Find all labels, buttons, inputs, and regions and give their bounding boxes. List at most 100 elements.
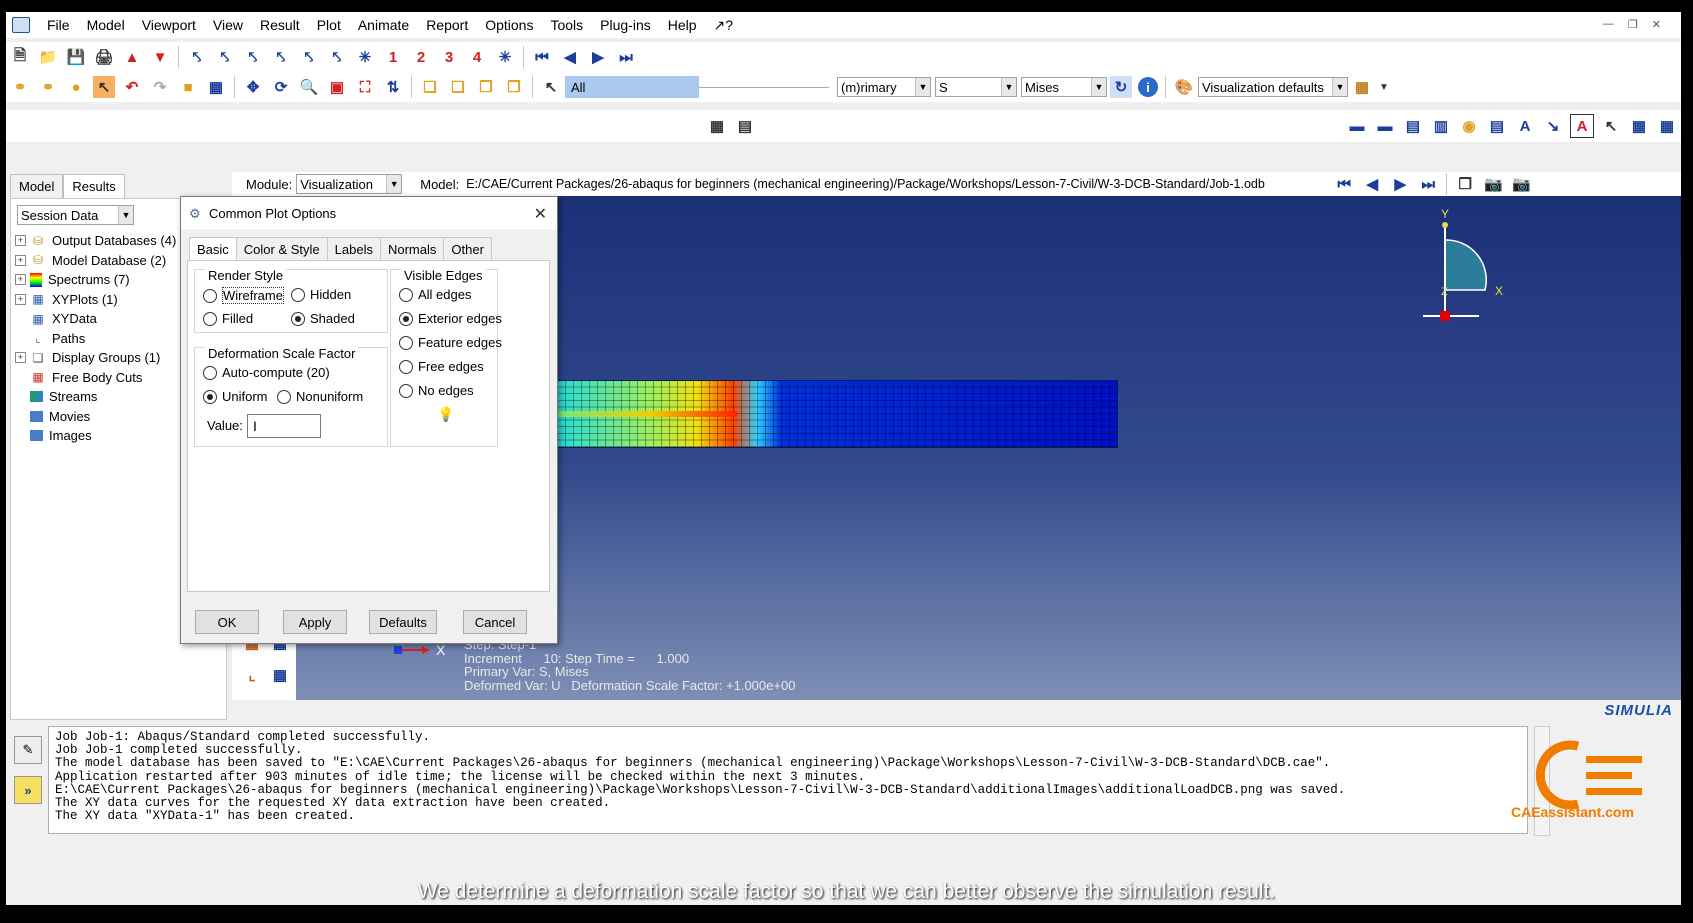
grid-icon[interactable]: ▦ <box>1656 115 1678 137</box>
tab-results[interactable]: Results <box>63 174 125 198</box>
module-combo[interactable]: Visualization ▼ <box>296 174 403 194</box>
caret-down-icon[interactable]: ▼ <box>1379 76 1389 98</box>
menu-result[interactable]: Result <box>251 17 308 33</box>
viewport-cascade-icon[interactable]: ▬ <box>1374 115 1396 137</box>
radio-indicator[interactable] <box>399 287 413 302</box>
prev-frame-icon[interactable]: ◀ <box>1361 173 1383 195</box>
invariant-combo[interactable]: Mises ▼ <box>1021 77 1107 97</box>
primary-field-combo[interactable]: (m)rimary ▼ <box>837 77 931 97</box>
session-data-combo[interactable]: Session Data ▼ <box>17 205 134 225</box>
tab-basic[interactable]: Basic <box>189 237 237 261</box>
next-frame-icon[interactable]: ▶ <box>587 46 609 68</box>
menu-help[interactable]: Help <box>659 17 705 33</box>
menu-plugins[interactable]: Plug-ins <box>591 17 659 33</box>
view-xy-icon[interactable]: ⤣ <box>186 46 208 68</box>
render-shaded-radio[interactable]: Shaded <box>291 311 355 326</box>
viewport-tile-icon[interactable]: ▬ <box>1346 115 1368 137</box>
save-icon[interactable]: 💾 <box>65 46 87 68</box>
context-help-icon[interactable]: ↗? <box>705 17 742 34</box>
expand-icon[interactable]: + <box>15 235 26 247</box>
tree-item-spectrums[interactable]: + Spectrums (7) <box>15 270 176 290</box>
view-xz-icon[interactable]: ⤣ <box>214 46 236 68</box>
tree-item-xyplots[interactable]: + ▦ XYPlots (1) <box>15 290 176 310</box>
render-wireframe-radio[interactable]: Wireframe <box>203 287 284 304</box>
scale-value-input[interactable]: I <box>247 414 321 438</box>
variable-combo[interactable]: S ▼ <box>935 77 1017 97</box>
prev-frame-icon[interactable]: ◀ <box>559 46 581 68</box>
free-edges-radio[interactable]: Free edges <box>399 359 484 374</box>
expand-icon[interactable]: + <box>15 254 26 266</box>
view-yz-icon[interactable]: ⤣ <box>242 46 264 68</box>
tab-color-style[interactable]: Color & Style <box>235 237 328 261</box>
menu-options[interactable]: Options <box>476 17 541 33</box>
menu-file[interactable]: File <box>38 17 78 33</box>
toolbox-report-icon[interactable]: ▦ <box>269 664 291 686</box>
radio-indicator[interactable] <box>203 365 217 380</box>
radio-indicator[interactable] <box>277 389 291 404</box>
frame-3-button[interactable]: 3 <box>438 46 460 68</box>
tree-item-images[interactable]: Images <box>15 426 176 446</box>
exterior-edges-radio[interactable]: Exterior edges <box>399 311 502 326</box>
axis-triad-icon[interactable]: ✳ <box>494 46 516 68</box>
chevron-down-icon[interactable]: ▼ <box>915 78 930 96</box>
open-file-icon[interactable]: 📁 <box>37 46 59 68</box>
uniform-radio[interactable]: Uniform <box>203 389 268 404</box>
chevron-down-icon[interactable]: ▼ <box>386 175 402 193</box>
import-icon[interactable]: ▲ <box>121 46 143 68</box>
visualization-defaults-combo[interactable]: Visualization defaults ▼ <box>1198 77 1348 97</box>
frame-2-button[interactable]: 2 <box>410 46 432 68</box>
restore-icon[interactable]: ❐ <box>1628 18 1638 31</box>
color-code-icon[interactable]: ▦ <box>1351 76 1373 98</box>
ruler-alt-icon[interactable]: ▤ <box>734 115 756 137</box>
render-filled-icon[interactable]: ❒ <box>475 76 497 98</box>
dialog-title-bar[interactable]: ⚙ Common Plot Options ✕ <box>181 197 557 229</box>
selection-filter[interactable]: All <box>565 76 699 98</box>
frame-1-button[interactable]: 1 <box>382 46 404 68</box>
iso-view-icon[interactable]: ✳ <box>354 46 376 68</box>
box-zoom-icon[interactable]: ▣ <box>326 76 348 98</box>
tree-item-paths[interactable]: ⌞ Paths <box>15 329 176 349</box>
fit-view-icon[interactable]: ⛶ <box>354 76 376 98</box>
tree-item-streams[interactable]: Streams <box>15 387 176 407</box>
selection-slider-track[interactable] <box>699 86 829 88</box>
radio-indicator[interactable] <box>203 389 217 404</box>
boolean-union-icon[interactable]: ⚭ <box>9 76 31 98</box>
view-yx-icon[interactable]: ⤣ <box>270 46 292 68</box>
export-icon[interactable]: ▼ <box>149 46 171 68</box>
pan-icon[interactable]: ✥ <box>242 76 264 98</box>
replace-icon[interactable]: ● <box>65 76 87 98</box>
menu-view[interactable]: View <box>204 17 251 33</box>
viewport-tile-h-icon[interactable]: ▤ <box>1402 115 1424 137</box>
last-frame-icon[interactable]: ⏭ <box>615 46 637 68</box>
tree-item-free-body-cuts[interactable]: ▦ Free Body Cuts <box>15 368 176 388</box>
first-frame-icon[interactable]: ⏮ <box>531 46 553 68</box>
tab-other[interactable]: Other <box>443 237 492 261</box>
viewport-link-icon[interactable]: ◉ <box>1458 115 1480 137</box>
cycle-view-icon[interactable]: ⇅ <box>382 76 404 98</box>
radio-indicator[interactable] <box>203 311 217 326</box>
odb-path-combo[interactable]: E:/CAE/Current Packages/26-abaqus for be… <box>463 174 1324 194</box>
tab-model[interactable]: Model <box>10 174 64 198</box>
radio-indicator[interactable] <box>399 383 413 398</box>
radio-indicator[interactable] <box>399 311 413 326</box>
first-frame-icon[interactable]: ⏮ <box>1333 173 1355 195</box>
magnify-icon[interactable]: 🔍 <box>298 76 320 98</box>
last-frame-icon[interactable]: ⏭ <box>1417 173 1439 195</box>
expand-icon[interactable]: + <box>15 352 26 364</box>
copy-icon[interactable]: ❐ <box>1454 173 1476 195</box>
apply-button[interactable]: Apply <box>283 610 347 634</box>
arrow-annotation-icon[interactable]: ↘ <box>1542 115 1564 137</box>
tab-normals[interactable]: Normals <box>379 237 445 261</box>
menu-plot[interactable]: Plot <box>308 17 349 33</box>
view-zx-icon[interactable]: ⤣ <box>298 46 320 68</box>
chevron-down-icon[interactable]: ▼ <box>1001 78 1016 96</box>
radio-indicator[interactable] <box>203 288 217 303</box>
print-icon[interactable]: 🖨 <box>93 46 115 68</box>
no-edges-radio[interactable]: No edges <box>399 383 474 398</box>
undo-icon[interactable]: ↶ <box>121 76 143 98</box>
render-hidden-radio[interactable]: Hidden <box>291 287 351 302</box>
toolbox-path-icon[interactable]: ⌞ <box>241 664 263 686</box>
table-icon[interactable]: ▦ <box>1628 115 1650 137</box>
menu-viewport[interactable]: Viewport <box>133 17 204 33</box>
radio-indicator[interactable] <box>291 287 305 302</box>
